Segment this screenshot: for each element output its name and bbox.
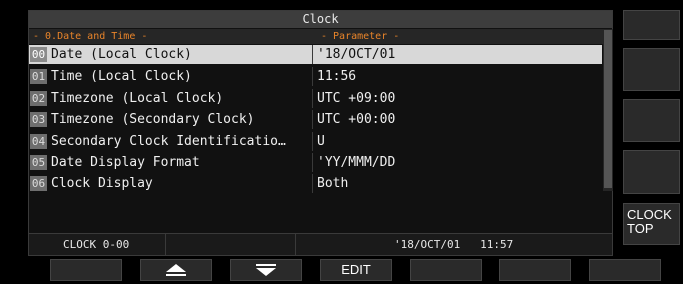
row-value: 'YY/MMM/DD bbox=[317, 155, 396, 170]
row-label: Clock Display bbox=[51, 176, 153, 191]
row-number: 01 bbox=[30, 69, 47, 84]
column-divider bbox=[312, 45, 313, 64]
row-label: Timezone (Secondary Clock) bbox=[51, 112, 255, 127]
menu-row-secondary-clock-id[interactable]: 04 Secondary Clock Identificatio… U bbox=[29, 132, 602, 151]
window-title: Clock bbox=[29, 11, 612, 28]
right-softkey-3[interactable] bbox=[623, 99, 680, 142]
status-bar: CLOCK 0-00 '18/OCT/01 11:57 bbox=[29, 233, 612, 255]
column-divider bbox=[312, 67, 313, 86]
menu-row-date-format[interactable]: 05 Date Display Format 'YY/MMM/DD bbox=[29, 153, 602, 172]
bottom-softkey-5[interactable] bbox=[410, 259, 482, 281]
right-softkey-4[interactable] bbox=[623, 150, 680, 194]
row-value: U bbox=[317, 134, 325, 149]
scrollbar[interactable] bbox=[603, 29, 613, 191]
menu-row-timezone-secondary[interactable]: 03 Timezone (Secondary Clock) UTC +00:00 bbox=[29, 110, 602, 129]
column-divider bbox=[312, 110, 313, 129]
column-divider bbox=[312, 89, 313, 108]
right-softkey-1[interactable] bbox=[623, 10, 680, 40]
down-button[interactable] bbox=[230, 259, 302, 281]
menu-row-date-local[interactable]: 00 Date (Local Clock) '18/OCT/01 bbox=[29, 45, 602, 64]
row-label: Date Display Format bbox=[51, 155, 200, 170]
row-number: 00 bbox=[30, 47, 47, 62]
status-divider bbox=[165, 234, 166, 255]
bottom-softkey-6[interactable] bbox=[499, 259, 571, 281]
menu-row-timezone-local[interactable]: 02 Timezone (Local Clock) UTC +09:00 bbox=[29, 89, 602, 108]
down-triangle-icon bbox=[256, 264, 276, 276]
edit-button[interactable]: EDIT bbox=[320, 259, 392, 281]
row-value: UTC +09:00 bbox=[317, 91, 396, 106]
row-value: 11:56 bbox=[317, 69, 357, 84]
right-softkey-2[interactable] bbox=[623, 48, 680, 91]
row-value: Both bbox=[317, 176, 349, 191]
row-number: 05 bbox=[30, 155, 47, 170]
status-divider bbox=[295, 234, 296, 255]
up-triangle-icon bbox=[166, 264, 186, 276]
scrollbar-thumb[interactable] bbox=[604, 30, 612, 188]
menu-row-clock-display[interactable]: 06 Clock Display Both bbox=[29, 174, 602, 193]
menu-row-time-local[interactable]: 01 Time (Local Clock) 11:56 bbox=[29, 67, 602, 86]
row-value: UTC +00:00 bbox=[317, 112, 396, 127]
row-number: 06 bbox=[30, 176, 47, 191]
row-number: 02 bbox=[30, 91, 47, 106]
menu-window: Clock - 0.Date and Time - - Parameter - … bbox=[28, 10, 613, 256]
row-value: '18/OCT/01 bbox=[317, 47, 396, 62]
column-divider bbox=[312, 174, 313, 193]
up-button[interactable] bbox=[140, 259, 212, 281]
menu-id-label: CLOCK 0-00 bbox=[63, 238, 130, 251]
bottom-softkey-7[interactable] bbox=[589, 259, 661, 281]
row-label: Timezone (Local Clock) bbox=[51, 91, 224, 106]
row-number: 03 bbox=[30, 112, 47, 127]
column-divider bbox=[312, 153, 313, 172]
parameter-column-header: - Parameter - bbox=[321, 31, 400, 42]
item-column-header: - 0.Date and Time - bbox=[33, 31, 148, 42]
row-label: Time (Local Clock) bbox=[51, 69, 192, 84]
column-header: - 0.Date and Time - - Parameter - bbox=[29, 29, 612, 44]
row-label: Date (Local Clock) bbox=[51, 47, 192, 62]
column-divider bbox=[312, 132, 313, 151]
row-number: 04 bbox=[30, 134, 47, 149]
clock-top-button[interactable]: CLOCK TOP bbox=[623, 203, 680, 245]
row-label: Secondary Clock Identificatio… bbox=[51, 134, 286, 149]
status-date-time: '18/OCT/01 11:57 bbox=[394, 238, 514, 251]
bottom-softkey-1[interactable] bbox=[50, 259, 122, 281]
